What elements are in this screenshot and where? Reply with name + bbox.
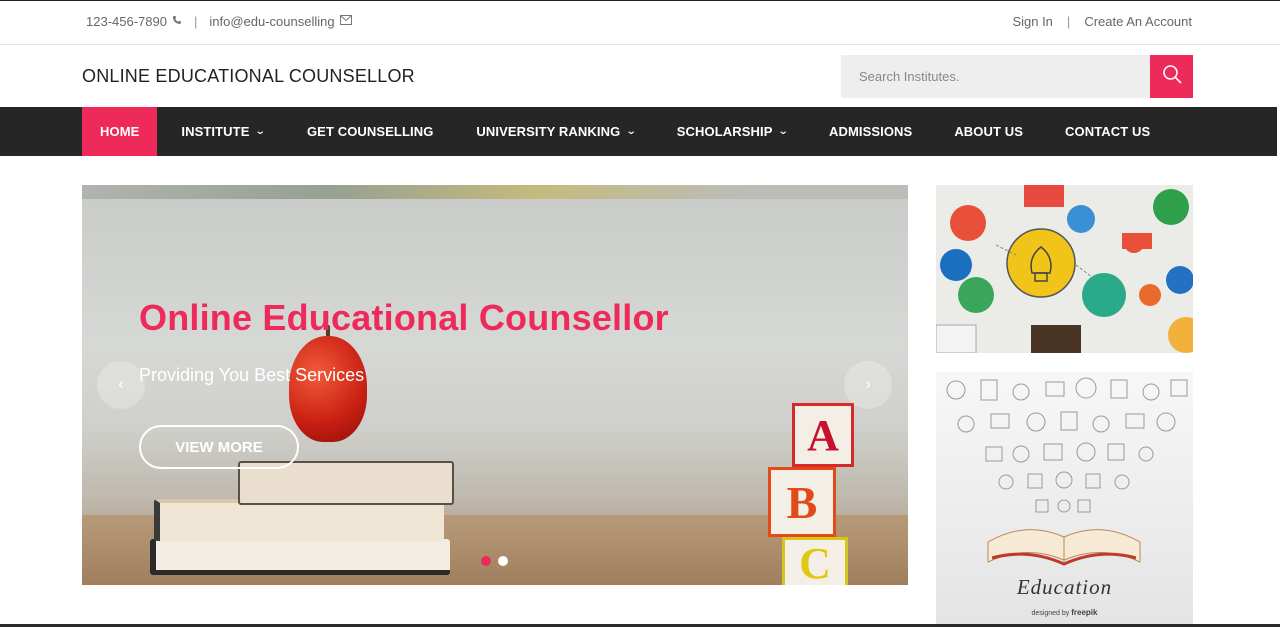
chevron-down-icon: ⌄ [626, 126, 638, 137]
slider-dot[interactable] [498, 556, 508, 566]
search-bar [841, 55, 1193, 98]
nav-item-home[interactable]: HOME [82, 107, 158, 156]
slider-pagination [481, 556, 508, 566]
nav-item-label: ABOUT US [954, 124, 1024, 139]
nav-item-contact-us[interactable]: CONTACT US [1065, 107, 1150, 156]
nav-item-institute[interactable]: INSTITUTE ⌄ [181, 107, 267, 156]
search-input[interactable] [841, 55, 1150, 98]
apple-image [289, 336, 367, 442]
search-icon [1162, 64, 1182, 89]
book-stack-image [150, 461, 460, 577]
chevron-down-icon: ⌄ [255, 126, 267, 137]
slider-prev-button[interactable]: ‹ [97, 361, 145, 409]
hero-slider: A B C Online Educational Counsellor Prov… [82, 185, 908, 585]
phone-number: 123-456-7890 [86, 14, 167, 29]
create-account-link[interactable]: Create An Account [1084, 14, 1192, 29]
collaboration-graphic [936, 185, 1193, 353]
nav-item-label: INSTITUTE [181, 124, 250, 139]
nav-item-label: GET COUNSELLING [306, 124, 434, 139]
background-blur [82, 185, 908, 199]
chevron-right-icon: › [865, 376, 871, 393]
nav-item-admissions[interactable]: ADMISSIONS [829, 107, 912, 156]
slider-dot[interactable] [481, 556, 491, 566]
slide-subtitle: Providing You Best Services [139, 365, 365, 385]
email-address: info@edu-counselling [209, 14, 335, 29]
education-doodles [946, 377, 1188, 566]
divider: | [1066, 14, 1071, 29]
nav-item-label: ADMISSIONS [828, 124, 913, 139]
image-credit: designed by freepik [936, 608, 1193, 617]
nav-item-scholarship[interactable]: SCHOLARSHIP ⌄ [676, 107, 790, 156]
contact-info: 123-456-7890 | info@edu-counselling [86, 14, 352, 29]
envelope-icon [339, 15, 352, 28]
main-navigation: HOME INSTITUTE ⌄ GET COUNSELLING UNIVERSI… [0, 107, 1277, 156]
slide-title: Online Educational Counsellor [139, 297, 669, 338]
nav-item-university-ranking[interactable]: UNIVERSITY RANKING ⌄ [476, 107, 638, 156]
slider-next-button[interactable]: › [844, 361, 892, 409]
nav-item-label: UNIVERSITY RANKING [476, 124, 621, 139]
chevron-left-icon: ‹ [118, 376, 124, 393]
letter-block-b: B [768, 467, 836, 537]
sign-in-link[interactable]: Sign In [1012, 14, 1052, 29]
site-header: ONLINE EDUCATIONAL COUNSELLOR [0, 46, 1280, 107]
nav-item-label: CONTACT US [1065, 124, 1151, 139]
letter-block-a: A [792, 403, 854, 467]
divider: | [193, 14, 198, 29]
view-more-button[interactable]: VIEW MORE [139, 425, 299, 469]
nav-item-get-counselling[interactable]: GET COUNSELLING [307, 107, 433, 156]
site-logo-text[interactable]: ONLINE EDUCATIONAL COUNSELLOR [82, 66, 415, 87]
education-caption: Education [1016, 575, 1113, 599]
letter-block-c: C [782, 537, 848, 585]
credit-brand: freepik [1071, 608, 1098, 617]
education-illustration[interactable]: Education designed by freepik [936, 372, 1193, 627]
account-links: Sign In | Create An Account [1012, 14, 1192, 29]
phone-icon [172, 15, 182, 28]
teamwork-illustration[interactable] [936, 185, 1193, 353]
nav-item-label: HOME [100, 124, 140, 139]
nav-item-label: SCHOLARSHIP [676, 124, 773, 139]
credit-prefix: designed by [1031, 610, 1070, 617]
search-button[interactable] [1150, 55, 1193, 98]
chevron-down-icon: ⌄ [778, 126, 790, 137]
nav-item-about-us[interactable]: ABOUT US [954, 107, 1023, 156]
top-bar: 123-456-7890 | info@edu-counselling Sign… [0, 0, 1280, 45]
